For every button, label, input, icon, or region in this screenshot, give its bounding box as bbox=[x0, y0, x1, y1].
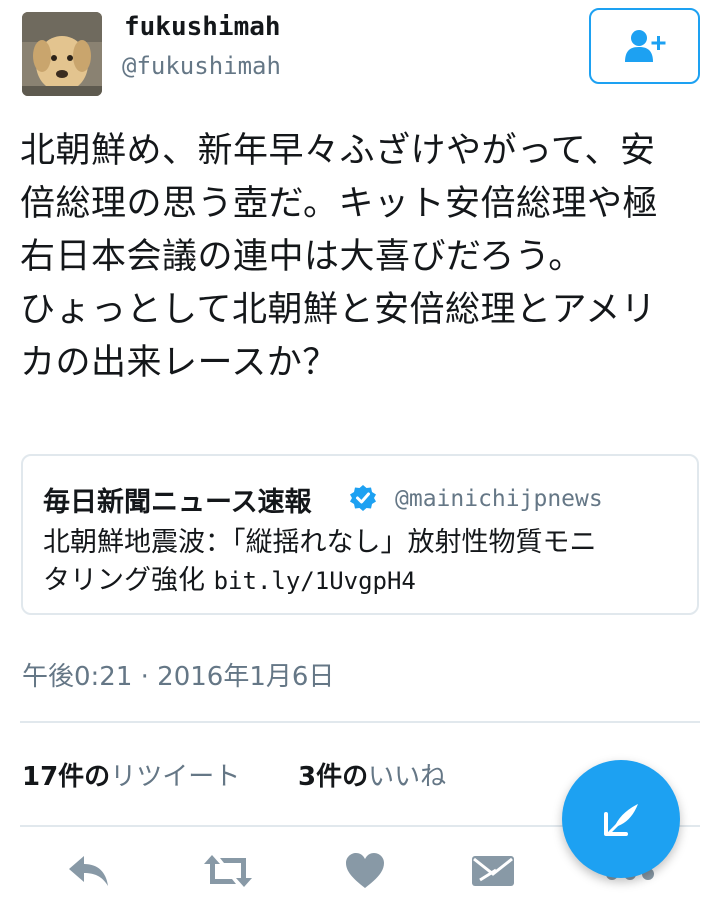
retweet-count: 17件の bbox=[22, 762, 111, 792]
add-user-icon bbox=[624, 30, 665, 62]
quoted-text-line2-wrap: タリング強化 bit.ly/1UvgpH4 bbox=[43, 562, 683, 600]
retweet-icon[interactable] bbox=[200, 852, 256, 894]
retweet-label: リツイート bbox=[110, 762, 241, 792]
display-name[interactable]: fukushimah bbox=[124, 12, 281, 42]
quoted-text-line2: タリング強化 bbox=[43, 565, 214, 596]
tweet-text: 北朝鮮め、新年早々ふざけやがって、安 倍総理の思う壺だ。キット安倍総理や極 右日… bbox=[20, 131, 658, 383]
quoted-tweet-author: 毎日新聞ニュース速報 bbox=[43, 487, 312, 518]
heart-icon[interactable] bbox=[344, 852, 386, 894]
quoted-tweet-card[interactable]: 毎日新聞ニュース速報 @mainichijpnews 北朝鮮地震波：「縦揺れなし… bbox=[21, 454, 699, 615]
compose-button[interactable] bbox=[562, 760, 680, 878]
divider bbox=[20, 721, 700, 723]
like-stat[interactable]: 3件のいいね bbox=[298, 756, 446, 793]
follow-button[interactable] bbox=[589, 8, 700, 84]
quoted-link[interactable]: bit.ly/1UvgpH4 bbox=[214, 567, 416, 595]
quoted-tweet-text: 北朝鮮地震波：「縦揺れなし」放射性物質モニ タリング強化 bit.ly/1Uvg… bbox=[43, 524, 683, 600]
compose-icon bbox=[604, 804, 638, 836]
like-count: 3件の bbox=[298, 762, 369, 792]
retweet-stat[interactable]: 17件のリツイート bbox=[22, 756, 240, 793]
tweet-detail-screen: fukushimah @fukushimah 北朝鮮め、新年早々ふざけやがって、… bbox=[0, 0, 720, 911]
reply-icon[interactable] bbox=[66, 852, 112, 892]
tweet-timestamp: 午後0:21 · 2016年1月6日 bbox=[22, 662, 335, 692]
quoted-tweet-handle: @mainichijpnews bbox=[395, 486, 603, 512]
user-handle[interactable]: @fukushimah bbox=[122, 52, 281, 80]
avatar[interactable] bbox=[22, 12, 102, 96]
like-label: いいね bbox=[368, 762, 447, 792]
verified-badge-icon bbox=[349, 484, 377, 516]
quoted-text-line1: 北朝鮮地震波：「縦揺れなし」放射性物質モニ bbox=[43, 527, 597, 558]
envelope-icon[interactable] bbox=[470, 852, 516, 894]
